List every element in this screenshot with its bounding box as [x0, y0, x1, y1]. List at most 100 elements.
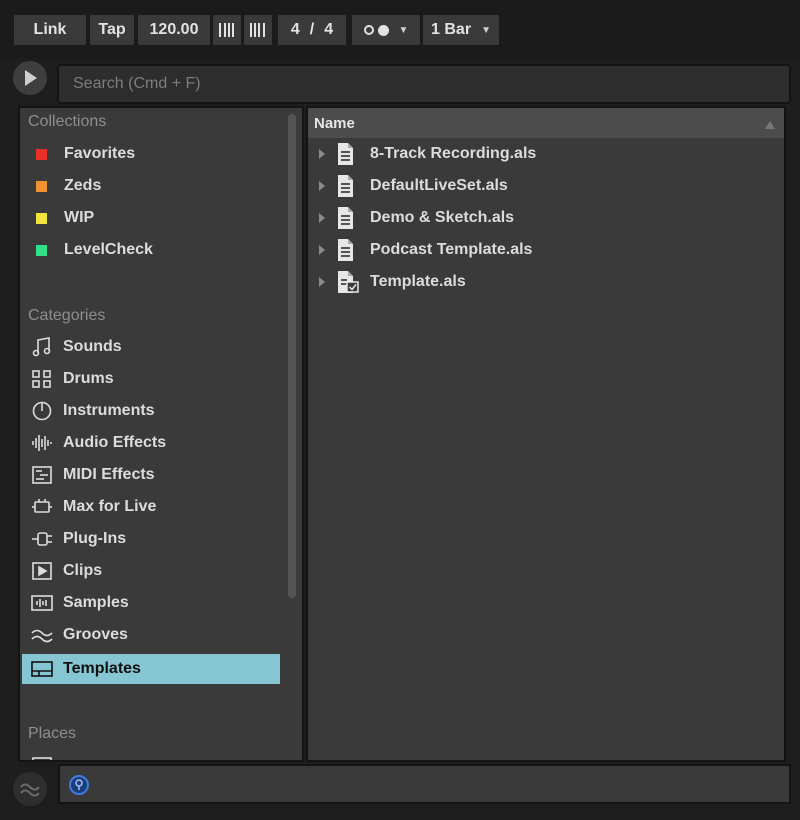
expand-arrow-icon[interactable] — [310, 276, 334, 288]
sample-wave-icon — [30, 592, 54, 614]
collection-label: Zeds — [64, 177, 102, 194]
expand-arrow-icon[interactable] — [310, 212, 334, 224]
midi-lines-icon — [30, 464, 54, 486]
signature-separator: / — [309, 21, 315, 38]
collection-zeds[interactable]: Zeds — [22, 171, 280, 201]
file-name: Podcast Template.als — [370, 241, 533, 258]
preview-status-icon[interactable] — [68, 774, 90, 801]
name-column-header[interactable]: Name — [308, 108, 784, 138]
category-midi-effects[interactable]: MIDI Effects — [22, 460, 280, 490]
color-swatch — [36, 180, 47, 192]
category-sounds[interactable]: Sounds — [22, 332, 280, 362]
category-label: Drums — [63, 370, 114, 387]
file-browser: Name 8-Track Recording.als DefaultLiveSe… — [306, 106, 786, 762]
category-templates[interactable]: Templates — [22, 654, 280, 684]
info-status-bar — [58, 764, 791, 804]
live-set-file-icon — [334, 142, 360, 166]
category-label: Audio Effects — [63, 434, 167, 451]
browser-sidebar: Collections Favorites Zeds WIP LevelChec… — [18, 106, 304, 762]
category-label: Samples — [63, 594, 129, 611]
nudge-up-icon — [250, 23, 265, 37]
file-row[interactable]: Demo & Sketch.als — [308, 203, 784, 233]
file-name: DefaultLiveSet.als — [370, 177, 508, 194]
category-clips[interactable]: Clips — [22, 556, 280, 586]
time-signature-field[interactable]: 4 / 4 — [278, 15, 346, 45]
nudge-down-icon — [219, 23, 234, 37]
category-grooves[interactable]: Grooves — [22, 620, 280, 650]
nudge-down-button[interactable] — [213, 15, 241, 45]
places-title: Places — [28, 725, 77, 742]
power-dial-icon — [30, 400, 54, 422]
category-label: Clips — [63, 562, 103, 579]
color-swatch — [36, 212, 47, 224]
column-label: Name — [314, 114, 355, 132]
category-max-for-live[interactable]: Max for Live — [22, 492, 280, 522]
category-label: Plug-Ins — [63, 530, 127, 547]
tap-button[interactable]: Tap — [90, 15, 134, 45]
file-row[interactable]: DefaultLiveSet.als — [308, 171, 784, 201]
expand-arrow-icon[interactable] — [310, 148, 334, 160]
file-name: Demo & Sketch.als — [370, 209, 515, 226]
music-note-icon — [30, 336, 54, 358]
file-row[interactable]: Template.als — [308, 267, 784, 297]
collection-favorites[interactable]: Favorites — [22, 139, 280, 169]
search-input[interactable] — [71, 74, 789, 94]
groove-pool-button[interactable] — [13, 772, 47, 806]
live-set-file-icon — [334, 206, 360, 230]
clip-play-icon — [30, 560, 54, 582]
category-samples[interactable]: Samples — [22, 588, 280, 618]
file-row[interactable]: 8-Track Recording.als — [308, 139, 784, 169]
plug-icon — [30, 528, 54, 550]
metronome-dropdown-icon[interactable]: ▼ — [399, 25, 409, 36]
color-swatch — [36, 148, 47, 160]
file-row[interactable]: Podcast Template.als — [308, 235, 784, 265]
folder-icon — [30, 754, 54, 760]
live-set-file-icon — [334, 238, 360, 262]
expand-arrow-icon[interactable] — [310, 244, 334, 256]
drum-grid-icon — [30, 368, 54, 390]
collection-label: Favorites — [64, 145, 136, 162]
metronome-icon — [363, 24, 389, 36]
tempo-field[interactable]: 120.00 — [138, 15, 210, 45]
max-device-icon — [30, 496, 54, 518]
sidebar-scrollbar[interactable] — [288, 114, 296, 598]
category-instruments[interactable]: Instruments — [22, 396, 280, 426]
chevron-down-icon: ▼ — [481, 24, 491, 36]
quantize-value: 1 Bar — [431, 21, 472, 38]
search-bar — [57, 64, 791, 104]
live-set-file-icon — [334, 174, 360, 198]
collection-label: LevelCheck — [64, 241, 153, 258]
play-icon — [25, 70, 37, 86]
template-icon — [30, 658, 54, 680]
quantize-menu[interactable]: 1 Bar ▼ — [423, 15, 499, 45]
signature-denominator: 4 — [324, 21, 334, 38]
expand-arrow-icon[interactable] — [310, 180, 334, 192]
collection-levelcheck[interactable]: LevelCheck — [22, 235, 280, 265]
waveform-icon — [30, 432, 54, 454]
category-label: Instruments — [63, 402, 155, 419]
color-swatch — [36, 244, 47, 256]
categories-title: Categories — [28, 307, 106, 324]
file-name: Template.als — [370, 273, 466, 290]
category-audio-effects[interactable]: Audio Effects — [22, 428, 280, 458]
default-template-file-icon — [334, 270, 360, 294]
category-drums[interactable]: Drums — [22, 364, 280, 394]
category-label: Grooves — [63, 626, 128, 643]
place-item-partial[interactable] — [22, 750, 280, 760]
sort-ascending-icon[interactable] — [764, 117, 776, 134]
category-label: Templates — [63, 660, 141, 677]
metronome-button[interactable]: ▼ — [352, 15, 420, 45]
category-plug-ins[interactable]: Plug-Ins — [22, 524, 280, 554]
category-label: MIDI Effects — [63, 466, 155, 483]
link-button[interactable]: Link — [14, 15, 86, 45]
category-label: Max for Live — [63, 498, 157, 515]
collections-title: Collections — [28, 113, 107, 130]
transport-bar: Link Tap 120.00 4 / 4 ▼ 1 Bar ▼ — [0, 0, 800, 58]
nudge-up-button[interactable] — [244, 15, 272, 45]
preview-play-button[interactable] — [13, 61, 47, 95]
file-name: 8-Track Recording.als — [370, 145, 537, 162]
groove-wave-icon — [30, 624, 54, 646]
category-label: Sounds — [63, 338, 122, 355]
collection-wip[interactable]: WIP — [22, 203, 280, 233]
collection-label: WIP — [64, 209, 95, 226]
